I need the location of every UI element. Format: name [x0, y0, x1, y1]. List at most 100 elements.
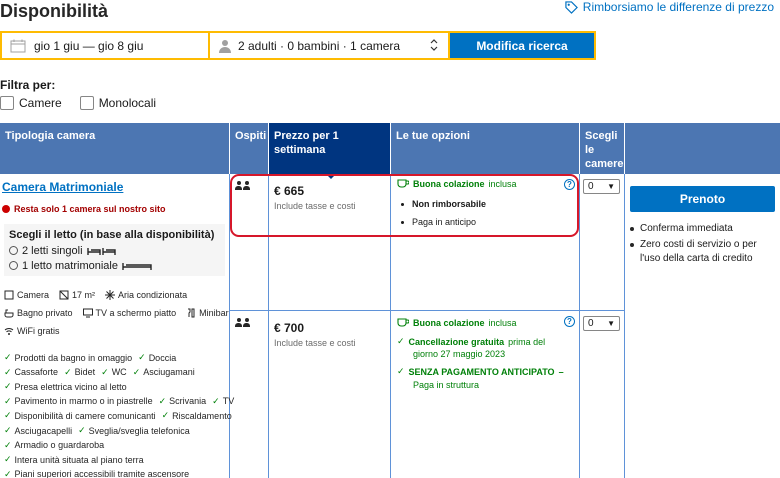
checkmark-icon: ✓ [78, 425, 86, 435]
amenity-item: ✓ Sveglia/sveglia telefonica [78, 425, 190, 436]
col-header-guests: Ospiti [230, 123, 268, 174]
guests-2-icon [235, 318, 250, 327]
amenity-row: ✓ Presa elettrica vicino al letto [4, 381, 127, 392]
bed-option-twin[interactable]: 2 letti singoli [9, 243, 220, 258]
amenity-item: ✓ Doccia [138, 352, 176, 363]
checkmark-icon: ✓ [161, 410, 170, 421]
amenity-label: WC [111, 367, 127, 378]
checkmark-icon: ✓ [4, 395, 12, 406]
checkmark-icon: ✓ [4, 381, 12, 392]
offer-2-nopay-bold: SENZA PAGAMENTO ANTICIPATO [408, 366, 555, 377]
col-header-select: Scegli le camere [580, 123, 624, 174]
amenity-item: ✓ TV [212, 396, 234, 407]
checkmark-icon: ✓ [4, 366, 12, 377]
reserve-button[interactable]: Prenoto [630, 186, 775, 212]
page-title: Disponibilità [0, 1, 108, 21]
price-match-label: Rimborsiamo le differenze di prezzo [582, 0, 774, 14]
amenity-label: Presa elettrica vicino al letto [14, 381, 127, 392]
bed-choice-title: Scegli il letto (in base alla disponibil… [9, 229, 215, 241]
amenity-label: Piani superiori accessibili tramite asce… [14, 469, 190, 478]
amenity-label: Pavimento in marmo o in piastrelle [14, 396, 153, 407]
amenity-item: ✓ Cassaforte [4, 367, 58, 378]
amenity-label: Sveglia/sveglia telefonica [88, 425, 190, 436]
amenity-label: Bidet [74, 367, 96, 378]
calendar-icon [10, 39, 26, 52]
filter-studios[interactable]: Monolocali [79, 96, 156, 110]
amenity-label: Riscaldamento [172, 410, 232, 421]
amenity-row: ✓ Piani superiori accessibili tramite asc… [4, 469, 189, 478]
col-header-options: Le tue opzioni [391, 123, 579, 174]
offer-2-free-cancellation: ✓ Cancellazione gratuita prima del [397, 336, 545, 347]
facility-minibar-label: Minibar [199, 308, 229, 318]
tv-icon [82, 308, 93, 318]
amenity-item: ✓ Presa elettrica vicino al letto [4, 381, 127, 392]
amenity-item: ✓ Pavimento in marmo o in piastrelle [4, 396, 153, 407]
facility-bathroom-label: Bagno privato [17, 308, 73, 318]
radio-button[interactable] [9, 246, 18, 255]
bed-option-twin-label: 2 letti singoli [22, 244, 83, 257]
amenity-row: ✓ Asciugacapelli ✓ Sveglia/sveglia telefoni… [4, 425, 190, 436]
offer-2-cancel-bold: Cancellazione gratuita [408, 336, 505, 347]
offer-2-qty-value: 0 [588, 318, 594, 329]
facility-room-label: Camera [17, 290, 50, 300]
checkmark-icon: ✓ [138, 352, 146, 362]
facility-row: Camera 17 m² Aria condizionata [4, 290, 187, 300]
amenity-label: Asciugacapelli [14, 425, 73, 436]
checkmark-icon: ✓ [4, 352, 12, 362]
offer-2-price-note: Include tasse e costi [274, 338, 356, 348]
amenity-label: Cassaforte [14, 367, 59, 378]
amenity-item: ✓ Asciugamani [133, 367, 195, 378]
facility-row: WiFi gratis [4, 326, 60, 336]
benefit-item: Zero costi di servizio o per l'uso della… [630, 238, 776, 266]
checkbox[interactable] [0, 96, 14, 110]
bed-choice-box: Scegli il letto (in base alla disponibil… [4, 224, 225, 276]
col-header-room-type: Tipologia camera [0, 123, 229, 174]
double-bed-icon [122, 262, 152, 270]
offer-2-room-qty-select[interactable]: 0 ▼ [583, 316, 620, 331]
size-icon [59, 290, 69, 300]
filter-rooms[interactable]: Camere [0, 96, 62, 110]
checkmark-icon: ✓ [397, 336, 405, 346]
facility-room: Camera [4, 290, 49, 300]
amenity-label: TV [222, 396, 235, 407]
guests-field[interactable]: 2 adulti · 0 bambini · 1 camera [210, 33, 448, 58]
amenity-label: Prodotti da bagno in omaggio [14, 352, 133, 363]
amenity-row: ✓ Prodotti da bagno in omaggio ✓ Doccia [4, 352, 176, 363]
offer-1-room-qty-select[interactable]: 0 ▼ [583, 179, 620, 194]
checkmark-icon: ✓ [397, 366, 405, 376]
amenity-label: Disponibilità di camere comunicanti [14, 410, 156, 421]
offer-2-cancel-rest: prima del [508, 336, 546, 347]
filter-rooms-label: Camere [19, 96, 62, 110]
col-header-price: Prezzo per 1 settimana [269, 123, 390, 174]
checkmark-icon: ✓ [212, 395, 220, 406]
checkmark-icon: ✓ [64, 366, 72, 377]
offer-2-price: € 700 [274, 321, 305, 335]
checkmark-icon: ✓ [101, 366, 109, 377]
offer-1-qty-value: 0 [588, 181, 594, 192]
chevron-updown-icon [430, 39, 438, 51]
amenity-row: ✓ Intera unità situata al piano terra [4, 454, 144, 465]
info-icon[interactable]: ? [564, 316, 575, 327]
facility-ac: Aria condizionata [105, 290, 187, 300]
price-match-link[interactable]: Rimborsiamo le differenze di prezzo [565, 0, 774, 14]
coffee-cup-icon [397, 318, 409, 327]
offer-2-no-prepayment: ✓ SENZA PAGAMENTO ANTICIPATO – [397, 366, 564, 377]
radio-button[interactable] [9, 261, 18, 270]
facility-minibar: Minibar [186, 308, 229, 318]
reserve-benefits: Conferma immediata Zero costi di servizi… [630, 222, 776, 268]
grid-line [579, 174, 580, 478]
date-field[interactable]: gio 1 giu — gio 8 giu [2, 33, 208, 58]
room-name-link[interactable]: Camera Matrimoniale [2, 180, 123, 194]
scarcity-text: Resta solo 1 camera sul nostro sito [14, 204, 166, 214]
offer-2-breakfast-bold: Buona colazione [413, 318, 485, 328]
modify-search-button[interactable]: Modifica ricerca [450, 33, 594, 58]
chevron-down-icon: ▼ [607, 319, 615, 328]
amenity-label: Intera unità situata al piano terra [14, 454, 144, 465]
facility-bathroom: Bagno privato [4, 308, 73, 318]
offer-2-cancel-date: giorno 27 maggio 2023 [413, 349, 506, 359]
facility-wifi-label: WiFi gratis [17, 326, 60, 336]
checkbox[interactable] [79, 96, 94, 110]
bed-option-double[interactable]: 1 letto matrimoniale [9, 258, 220, 273]
highlight-outline [230, 174, 579, 237]
offer-2-nopay-dash: – [558, 366, 564, 377]
